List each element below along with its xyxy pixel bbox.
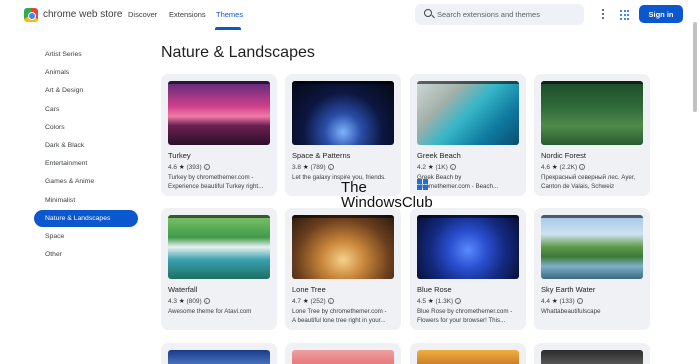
sign-in-button[interactable]: Sign in (639, 5, 683, 23)
theme-thumbnail (168, 81, 270, 145)
star-icon: ★ (427, 164, 434, 171)
sidebar-item-other[interactable]: Other (34, 246, 138, 263)
theme-title: Waterfall (168, 285, 198, 294)
theme-rating: 3.8 ★ (789) i (292, 163, 334, 171)
chrome-web-store-logo-icon[interactable] (24, 8, 38, 22)
info-icon[interactable]: i (579, 164, 586, 170)
theme-thumbnail (417, 215, 519, 279)
tab-extensions[interactable]: Extensions (169, 10, 206, 19)
theme-thumbnail (417, 350, 519, 364)
info-icon[interactable]: i (203, 298, 210, 304)
star-icon: ★ (302, 164, 309, 171)
star-icon: ★ (178, 298, 185, 305)
theme-card-greek-beach[interactable]: Greek Beach 4.2 ★ (1K) i Greek Beach by c… (410, 74, 526, 196)
theme-rating: 4.3 ★ (809) i (168, 297, 210, 305)
theme-card-sky-earth-water[interactable]: Sky Earth Water 4.4 ★ (133) i Whattabeau… (534, 208, 650, 330)
theme-thumbnail (541, 350, 643, 364)
theme-card-nordic-forest[interactable]: Nordic Forest 4.6 ★ (2.2K) i Прекрасный … (534, 74, 650, 196)
theme-description: Awesome theme for Atavi.com (168, 308, 252, 315)
info-icon[interactable]: i (203, 164, 210, 170)
theme-thumbnail (292, 350, 394, 364)
sidebar-item-games-anime[interactable]: Games & Anime (34, 173, 138, 190)
search-icon (424, 9, 432, 17)
top-bar: chrome web store Discover Extensions The… (0, 0, 700, 30)
theme-title: Blue Rose (417, 285, 452, 294)
theme-rating: 4.6 ★ (2.2K) i (541, 163, 586, 171)
info-icon[interactable]: i (327, 298, 334, 304)
theme-rating: 4.5 ★ (1.3K) i (417, 297, 462, 305)
more-vert-icon[interactable] (601, 9, 605, 21)
sidebar-item-art-design[interactable]: Art & Design (34, 82, 138, 99)
theme-card-space-patterns[interactable]: Space & Patterns 3.8 ★ (789) i Let the g… (285, 74, 401, 196)
page-scrollbar[interactable] (693, 2, 698, 360)
star-icon: ★ (427, 298, 434, 305)
search-box[interactable] (415, 4, 584, 25)
sidebar-item-nature-landscapes[interactable]: Nature & Landscapes (34, 210, 138, 227)
theme-title: Turkey (168, 151, 191, 160)
sidebar-item-cars[interactable]: Cars (34, 101, 138, 118)
theme-title: Lone Tree (292, 285, 326, 294)
theme-rating: 4.2 ★ (1K) i (417, 163, 456, 171)
theme-thumbnail (292, 215, 394, 279)
sidebar-item-minimalist[interactable]: Minimalist (34, 192, 138, 209)
star-icon: ★ (178, 164, 185, 171)
theme-rating: 4.4 ★ (133) i (541, 297, 583, 305)
info-icon[interactable]: i (455, 298, 462, 304)
theme-description: Lone Tree by chromethemer.com -A beautif… (292, 308, 387, 324)
sidebar-item-space[interactable]: Space (34, 228, 138, 245)
sidebar-item-dark-black[interactable]: Dark & Black (34, 137, 138, 154)
apps-grid-icon[interactable] (620, 10, 630, 20)
sidebar-item-animals[interactable]: Animals (34, 64, 138, 81)
star-icon: ★ (302, 298, 309, 305)
theme-thumbnail (541, 81, 643, 145)
theme-thumbnail (417, 81, 519, 145)
theme-card-turkey[interactable]: Turkey 4.6 ★ (393) i Turkey by chromethe… (161, 74, 277, 196)
search-input[interactable] (437, 7, 577, 22)
theme-thumbnail (168, 350, 270, 364)
theme-description: Whattabeautifulscape (541, 308, 601, 315)
theme-card-partial[interactable] (285, 343, 401, 364)
info-icon[interactable]: i (327, 164, 334, 170)
theme-thumbnail (168, 215, 270, 279)
theme-title: Greek Beach (417, 151, 461, 160)
info-icon[interactable]: i (449, 164, 456, 170)
sidebar-item-artist-series[interactable]: Artist Series (34, 46, 138, 63)
theme-description: Blue Rose by chromethemer.com - Flowers f… (417, 308, 513, 324)
theme-title: Space & Patterns (292, 151, 351, 160)
active-tab-indicator (215, 27, 241, 30)
theme-card-lone-tree[interactable]: Lone Tree 4.7 ★ (252) i Lone Tree by chr… (285, 208, 401, 330)
page-title: Nature & Landscapes (161, 44, 315, 61)
theme-description: Turkey by chromethemer.com - Experience b… (168, 174, 264, 190)
theme-thumbnail (292, 81, 394, 145)
star-icon: ★ (551, 164, 558, 171)
theme-card-waterfall[interactable]: Waterfall 4.3 ★ (809) i Awesome theme fo… (161, 208, 277, 330)
info-icon[interactable]: i (576, 298, 583, 304)
theme-title: Nordic Forest (541, 151, 587, 160)
star-icon: ★ (551, 298, 558, 305)
theme-card-partial[interactable] (161, 343, 277, 364)
tab-discover[interactable]: Discover (128, 10, 157, 19)
theme-title: Sky Earth Water (541, 285, 596, 294)
windows-logo-icon (417, 179, 428, 190)
theme-description: Прекрасный северный лес. Ayer, Canton de … (541, 174, 636, 190)
theme-thumbnail (541, 215, 643, 279)
theme-card-partial[interactable] (534, 343, 650, 364)
sidebar-item-colors[interactable]: Colors (34, 119, 138, 136)
theme-rating: 4.7 ★ (252) i (292, 297, 334, 305)
scroll-thumb[interactable] (693, 22, 697, 112)
theme-rating: 4.6 ★ (393) i (168, 163, 210, 171)
tab-themes[interactable]: Themes (216, 10, 243, 19)
theme-card-partial[interactable] (410, 343, 526, 364)
theme-card-blue-rose[interactable]: Blue Rose 4.5 ★ (1.3K) i Blue Rose by ch… (410, 208, 526, 330)
brand-title[interactable]: chrome web store (43, 9, 122, 20)
sidebar-item-entertainment[interactable]: Entertainment (34, 155, 138, 172)
